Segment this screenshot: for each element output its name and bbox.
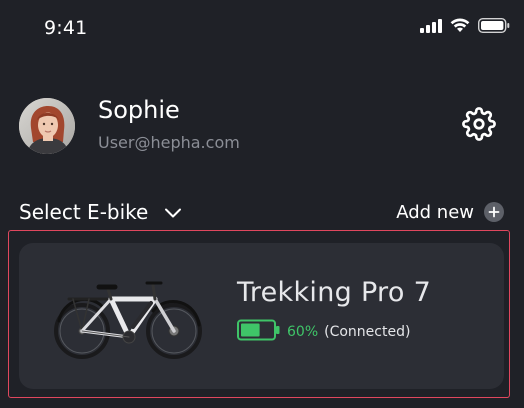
user-name: Sophie [98, 96, 180, 124]
wifi-icon [450, 17, 470, 37]
gear-icon [462, 107, 496, 145]
profile-header: Sophie User@hepha.com [19, 96, 509, 158]
settings-button[interactable] [459, 106, 499, 146]
signal-icon [420, 18, 442, 37]
chevron-down-icon [164, 200, 182, 224]
status-bar: 9:41 [0, 0, 524, 56]
select-ebike-row: Select E-bike Add new [19, 197, 504, 227]
add-new-label: Add new [396, 201, 474, 223]
battery-percent: 60% [287, 324, 319, 340]
status-icons [420, 17, 510, 37]
bike-card[interactable]: Trekking Pro 7 60% (Connected) [19, 243, 504, 389]
plus-circle-icon [484, 202, 504, 222]
avatar[interactable] [19, 98, 75, 154]
bike-image [53, 269, 203, 365]
bike-model-name: Trekking Pro 7 [237, 277, 432, 308]
add-new-button[interactable]: Add new [396, 197, 504, 227]
select-ebike-label: Select E-bike [19, 200, 149, 224]
select-ebike-dropdown[interactable]: Select E-bike [19, 197, 182, 227]
battery-level-icon [237, 319, 281, 345]
battery-status: 60% (Connected) [237, 319, 411, 345]
status-time: 9:41 [44, 17, 88, 39]
battery-icon [477, 17, 510, 37]
user-email: User@hepha.com [98, 133, 240, 152]
connection-status: (Connected) [324, 324, 411, 340]
